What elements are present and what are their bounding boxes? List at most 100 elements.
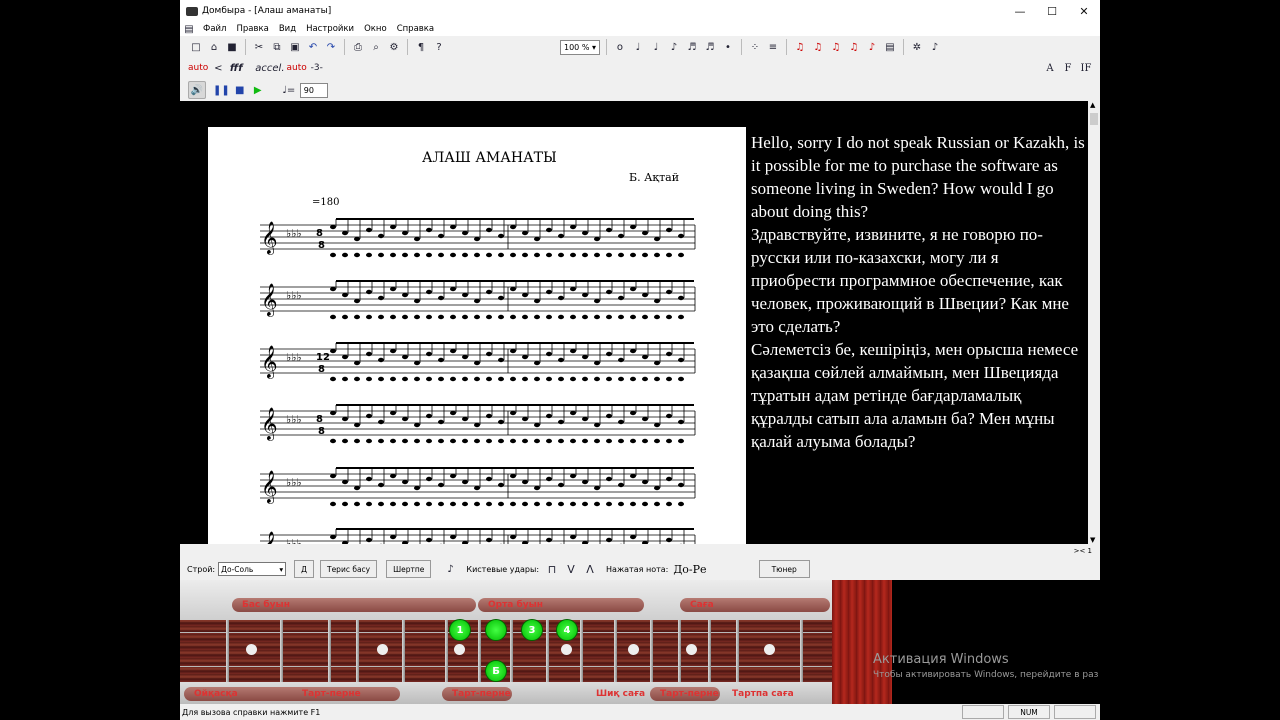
finger-mark-1[interactable]: 1: [449, 619, 471, 641]
dombra-fretboard[interactable]: Бас буын Орта буын Саға 1 2 3 4 Б: [180, 580, 1100, 704]
grace-note-icon[interactable]: ♪: [927, 39, 943, 55]
note-head: [546, 289, 552, 295]
finger-mark-b[interactable]: Б: [485, 660, 507, 682]
tuner-button[interactable]: Тюнер: [758, 560, 810, 578]
accel-button[interactable]: accel.: [255, 60, 284, 76]
new-file-icon[interactable]: □: [188, 39, 204, 55]
menu-view[interactable]: Вид: [274, 24, 301, 34]
note-head: [330, 410, 336, 416]
menu-window[interactable]: Окно: [359, 24, 392, 34]
tempo-input[interactable]: 90: [299, 82, 328, 98]
thirtysecond-note-icon[interactable]: ♬: [702, 39, 718, 55]
print-preview-icon[interactable]: ⌕: [368, 39, 384, 55]
open-folder-icon[interactable]: ⌂: [206, 39, 222, 55]
page-indicator[interactable]: >< 1: [1074, 547, 1092, 555]
speaker-icon[interactable]: 🔊: [188, 81, 206, 99]
eighth-note-icon[interactable]: ♪: [666, 39, 682, 55]
zone-shik-saga[interactable]: Шиқ саға: [586, 687, 646, 701]
vertical-scrollbar[interactable]: ▲ ▼: [1088, 101, 1100, 544]
note-head: [522, 230, 528, 236]
staff: 𝄞 ♭♭♭: [260, 467, 696, 507]
note-head: [450, 348, 456, 354]
stroke-down-button[interactable]: ⊓: [544, 561, 560, 577]
whole-note-icon[interactable]: o: [612, 39, 628, 55]
staff: 𝄞 ♭♭♭: [260, 528, 696, 544]
time-signature: 8: [316, 228, 323, 239]
tuning-select[interactable]: До-Соль ▾: [218, 562, 287, 576]
zone-tart-perne-3[interactable]: Тарт-перне: [650, 687, 720, 701]
note-head: [474, 236, 480, 242]
zone-tart-perne-2[interactable]: Тарт-перне: [442, 687, 512, 701]
undo-icon[interactable]: ↶: [305, 39, 321, 55]
finger-mark-4[interactable]: 4: [556, 619, 578, 641]
copy-icon[interactable]: ⧉: [269, 39, 285, 55]
redo-icon[interactable]: ↷: [323, 39, 339, 55]
beam-group-icon[interactable]: ♫: [810, 39, 826, 55]
finger-mark-3[interactable]: 3: [521, 619, 543, 641]
note-head: [498, 295, 504, 301]
stroke-up-button[interactable]: Λ: [582, 561, 598, 577]
music-staves: 𝄞♭♭♭88𝄞♭♭♭𝄞♭♭♭128𝄞♭♭♭88𝄞♭♭♭𝄞♭♭♭: [260, 218, 696, 544]
auto-dynamics-button[interactable]: auto: [188, 60, 208, 76]
beam-split-icon[interactable]: ♫: [846, 39, 862, 55]
format-f-button[interactable]: F: [1060, 60, 1076, 76]
pause-icon[interactable]: ❚❚: [213, 82, 230, 98]
format-a-button[interactable]: A: [1042, 60, 1058, 76]
zone-saga[interactable]: Саға: [680, 598, 830, 612]
shertpe-button[interactable]: Шертпе: [386, 560, 432, 578]
auto-tempo-button[interactable]: auto: [287, 60, 307, 76]
paragraph-icon[interactable]: ¶: [413, 39, 429, 55]
minimize-button[interactable]: —: [1004, 0, 1036, 22]
beam-join-icon[interactable]: ♫: [828, 39, 844, 55]
note-head: [534, 422, 540, 428]
menu-file[interactable]: Файл: [198, 24, 231, 34]
scroll-down-icon[interactable]: ▼: [1090, 536, 1095, 544]
quarter-note-icon[interactable]: ♩: [648, 39, 664, 55]
svg-text:8: 8: [318, 364, 325, 375]
sixteenth-note-icon[interactable]: ♬: [684, 39, 700, 55]
menu-settings[interactable]: Настройки: [301, 24, 359, 34]
d-button[interactable]: Д: [294, 560, 314, 578]
half-note-icon[interactable]: ♩: [630, 39, 646, 55]
help-icon[interactable]: ?: [431, 39, 447, 55]
score-viewport[interactable]: АЛАШ АМАНАТЫ Б. Ақтай =180 𝄞 ♭♭♭ 8 8 𝄞 ♭♭♭ 𝄞 ♭♭…: [180, 101, 1088, 544]
maximize-button[interactable]: ☐: [1036, 0, 1068, 22]
save-icon[interactable]: ■: [224, 39, 240, 55]
zone-bas-buyn[interactable]: Бас буын: [232, 598, 476, 612]
note-head: [402, 416, 408, 422]
auto-beam-icon[interactable]: ♫: [792, 39, 808, 55]
staff: 𝄞 ♭♭♭ 88: [260, 404, 696, 444]
note-head: [618, 482, 624, 488]
tuplet-icon[interactable]: ⁘: [747, 39, 763, 55]
dynamics-fff-button[interactable]: fff: [228, 60, 244, 76]
triplet-button[interactable]: -3-: [309, 60, 325, 76]
print-icon[interactable]: ⎙: [350, 39, 366, 55]
scrollbar-thumb[interactable]: [1090, 113, 1098, 125]
teris-basu-button[interactable]: Терис басу: [319, 560, 378, 578]
menu-help[interactable]: Справка: [392, 24, 439, 34]
beam-icon[interactable]: ≡: [765, 39, 781, 55]
play-icon[interactable]: ▶: [250, 82, 266, 98]
finger-mark-2[interactable]: 2: [485, 619, 507, 641]
note-head: [486, 413, 492, 419]
note-color-icon[interactable]: ♪: [864, 39, 880, 55]
zone-tartpa-saga[interactable]: Тартпа саға: [722, 687, 802, 701]
dombra-menu-icon[interactable]: ▤: [181, 21, 197, 37]
dot-icon[interactable]: •: [720, 39, 736, 55]
paste-icon[interactable]: ▣: [287, 39, 303, 55]
format-if-button[interactable]: IF: [1078, 60, 1094, 76]
note-list-icon[interactable]: ▤: [882, 39, 898, 55]
stroke-v-button[interactable]: V: [563, 561, 579, 577]
zoom-select[interactable]: 100 % ▾: [560, 39, 600, 55]
menu-edit[interactable]: Правка: [231, 24, 273, 34]
stop-icon[interactable]: ■: [232, 82, 248, 98]
zone-tart-perne-1[interactable]: Тарт-пернe: [292, 687, 392, 701]
close-button[interactable]: ✕: [1068, 0, 1100, 22]
scroll-up-icon[interactable]: ▲: [1090, 101, 1095, 109]
cut-icon[interactable]: ✂: [251, 39, 267, 55]
ornament-icon[interactable]: ✲: [909, 39, 925, 55]
crescendo-icon[interactable]: <: [210, 60, 226, 76]
page-setup-icon[interactable]: ⚙: [386, 39, 402, 55]
zone-orta-buyn[interactable]: Орта буын: [478, 598, 644, 612]
note-stroke-icon[interactable]: ♪: [442, 561, 458, 577]
